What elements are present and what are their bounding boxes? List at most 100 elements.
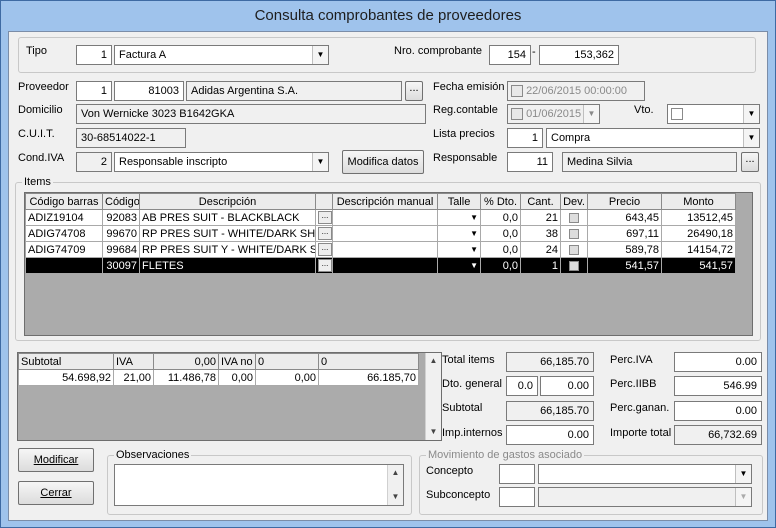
cell-codigo[interactable]: 30097 [102, 257, 140, 274]
chevron-down-icon[interactable]: ▼ [743, 105, 759, 123]
table-row[interactable]: ADIG74708 99670 RP PRES SUIT - WHITE/DAR… [25, 225, 736, 242]
ellipsis-icon[interactable]: ... [318, 243, 332, 257]
cell-barras[interactable]: ADIZ19104 [25, 209, 103, 226]
col-precio[interactable]: Precio [587, 193, 662, 210]
cell-monto[interactable]: 541,57 [661, 257, 736, 274]
fecha-emision-checkbox[interactable] [511, 85, 523, 98]
ellipsis-icon[interactable]: ... [318, 227, 332, 241]
cell-barras[interactable] [25, 257, 103, 274]
col-dev[interactable]: Dev. [560, 193, 588, 210]
observaciones-scrollbar[interactable]: ▲ ▼ [387, 465, 403, 505]
cell-descripcion[interactable]: AB PRES SUIT - BLACKBLACK [139, 209, 316, 226]
cell-dto[interactable]: 0,0 [480, 225, 521, 242]
col-cant[interactable]: Cant. [520, 193, 561, 210]
cell-barras[interactable]: ADIG74709 [25, 241, 103, 258]
nro-number-field[interactable]: 153,362 [539, 45, 619, 65]
cell-codigo[interactable]: 99684 [102, 241, 140, 258]
tipo-code-field[interactable]: 1 [76, 45, 112, 65]
cell-cant[interactable]: 24 [520, 241, 561, 258]
col-descripcion-manual[interactable]: Descripción manual [332, 193, 438, 210]
cell-cant[interactable]: 21 [520, 209, 561, 226]
proveedor-code-field[interactable]: 81003 [114, 81, 184, 101]
reg-contable-checkbox[interactable] [511, 108, 523, 121]
perc-iva-field[interactable]: 0.00 [674, 352, 762, 372]
scroll-down-icon[interactable]: ▼ [388, 489, 403, 505]
cerrar-button[interactable]: Cerrar [18, 481, 94, 505]
cell-lookup[interactable]: ... [315, 225, 333, 242]
cell-talle[interactable]: ▼ [437, 241, 481, 258]
dev-checkbox[interactable] [569, 212, 579, 223]
scroll-up-icon[interactable]: ▲ [426, 353, 441, 369]
tax-cell-subtotal[interactable]: 54.698,92 [18, 369, 114, 386]
modifica-datos-button[interactable]: Modifica datos [342, 150, 424, 174]
cell-monto[interactable]: 26490,18 [661, 225, 736, 242]
col-talle[interactable]: Talle [437, 193, 481, 210]
cell-manual[interactable] [332, 241, 438, 258]
cell-talle[interactable]: ▼ [437, 209, 481, 226]
ellipsis-icon[interactable]: ... [318, 259, 332, 273]
perc-ganan-field[interactable]: 0.00 [674, 401, 762, 421]
cell-manual[interactable] [332, 225, 438, 242]
cell-talle[interactable]: ▼ [437, 225, 481, 242]
taxes-row[interactable]: 54.698,92 21,00 11.486,78 0,00 0,00 66.1… [18, 369, 419, 386]
cell-lookup[interactable]: ... [315, 241, 333, 258]
dto-general-pct-field[interactable]: 0.0 [506, 376, 538, 396]
chevron-down-icon[interactable]: ▼ [312, 153, 328, 171]
cell-barras[interactable]: ADIG74708 [25, 225, 103, 242]
cell-descripcion[interactable]: FLETES [139, 257, 316, 274]
vto-field[interactable]: ▼ [667, 104, 760, 124]
imp-internos-field[interactable]: 0.00 [506, 425, 594, 445]
proveedor-num-field[interactable]: 1 [76, 81, 112, 101]
modificar-button[interactable]: Modificar [18, 448, 94, 472]
perc-iibb-field[interactable]: 546.99 [674, 376, 762, 396]
dev-checkbox[interactable] [569, 260, 579, 271]
concepto-code-field[interactable] [499, 464, 535, 484]
dev-checkbox[interactable] [569, 228, 579, 239]
proveedor-lookup-button[interactable]: ... [405, 81, 423, 101]
cell-monto[interactable]: 13512,45 [661, 209, 736, 226]
col-dto[interactable]: % Dto. [480, 193, 521, 210]
col-descripcion[interactable]: Descripción [139, 193, 316, 210]
cell-codigo[interactable]: 92083 [102, 209, 140, 226]
cell-precio[interactable]: 589,78 [587, 241, 662, 258]
cell-descripcion[interactable]: RP PRES SUIT - WHITE/DARK SH. [139, 225, 316, 242]
cell-descripcion[interactable]: RP PRES SUIT Y - WHITE/DARK S [139, 241, 316, 258]
chevron-down-icon[interactable]: ▼ [735, 465, 751, 483]
cell-monto[interactable]: 14154,72 [661, 241, 736, 258]
dto-general-field[interactable]: 0.00 [540, 376, 594, 396]
responsable-lookup-button[interactable]: ... [741, 152, 759, 172]
cell-codigo[interactable]: 99670 [102, 225, 140, 242]
cell-precio[interactable]: 697,11 [587, 225, 662, 242]
cell-cant[interactable]: 1 [520, 257, 561, 274]
table-row-selected[interactable]: 30097 FLETES ... ▼ 0,0 1 541,57 541,57 [25, 257, 736, 274]
ellipsis-icon[interactable]: ... [318, 211, 332, 225]
cell-dev[interactable] [560, 241, 588, 258]
tax-cell-iva-no[interactable]: 0,00 [255, 369, 319, 386]
chevron-down-icon[interactable]: ▼ [312, 46, 328, 64]
cell-manual[interactable] [332, 209, 438, 226]
col-monto[interactable]: Monto [661, 193, 736, 210]
cell-talle[interactable]: ▼ [437, 257, 481, 274]
tax-cell-total[interactable]: 66.185,70 [318, 369, 419, 386]
tax-cell-iva-no-rate[interactable]: 0,00 [218, 369, 256, 386]
cell-dto[interactable]: 0,0 [480, 241, 521, 258]
concepto-select[interactable]: ▼ [538, 464, 752, 484]
tipo-select[interactable]: Factura A ▼ [114, 45, 329, 65]
lista-precios-code-field[interactable]: 1 [507, 128, 543, 148]
col-codigo[interactable]: Código [102, 193, 140, 210]
cell-precio[interactable]: 643,45 [587, 209, 662, 226]
chevron-down-icon[interactable]: ▼ [470, 227, 478, 241]
taxes-scrollbar[interactable]: ▲ ▼ [425, 353, 441, 440]
responsable-code-field[interactable]: 11 [507, 152, 553, 172]
table-row[interactable]: ADIG74709 99684 RP PRES SUIT Y - WHITE/D… [25, 241, 736, 258]
col-codigo-barras[interactable]: Código barras [25, 193, 103, 210]
nro-prefix-field[interactable]: 154 [489, 45, 531, 65]
cell-dev[interactable] [560, 225, 588, 242]
cell-precio[interactable]: 541,57 [587, 257, 662, 274]
cell-manual[interactable] [332, 257, 438, 274]
chevron-down-icon[interactable]: ▼ [470, 259, 478, 273]
tax-cell-iva[interactable]: 11.486,78 [153, 369, 219, 386]
cell-lookup[interactable]: ... [315, 209, 333, 226]
table-row[interactable]: ADIZ19104 92083 AB PRES SUIT - BLACKBLAC… [25, 209, 736, 226]
subconcepto-code-field[interactable] [499, 487, 535, 507]
